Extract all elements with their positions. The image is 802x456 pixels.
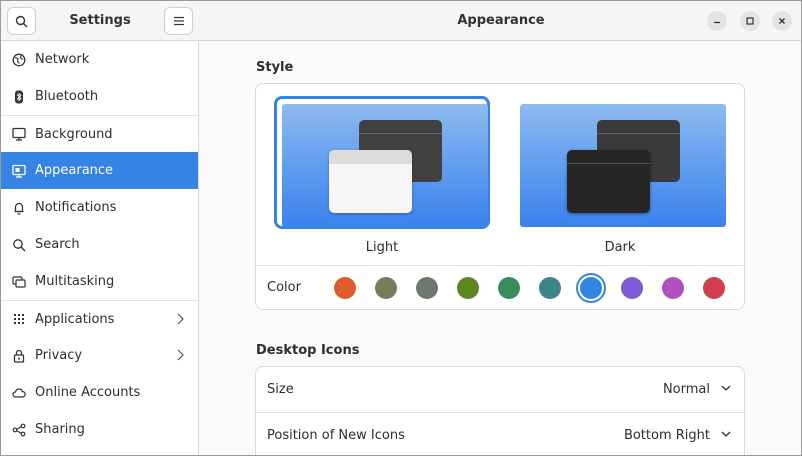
chevron-down-icon [721,431,731,437]
sidebar-item-label: Multitasking [35,274,115,289]
chevron-right-icon [177,349,184,361]
color-label: Color [267,280,301,295]
sidebar-item-notifications[interactable]: Notifications [1,189,198,226]
sidebar-item-label: Privacy [35,348,83,363]
sidebar-nav: Network Bluetooth Background Appearance … [1,41,198,448]
close-icon [779,18,785,24]
maximize-icon [746,17,754,25]
color-swatch-red[interactable] [703,277,725,299]
dark-preview-frame [512,96,728,229]
sidebar-item-background[interactable]: Background [1,115,198,152]
chevron-right-icon [177,313,184,325]
style-section-title: Style [256,60,294,75]
accent-color-row: Color [256,265,744,309]
search-icon [12,238,26,252]
grid-icon [12,312,26,326]
sidebar-item-label: Network [35,52,90,67]
minimize-button[interactable] [707,11,727,31]
sidebar-item-online-accounts[interactable]: Online Accounts [1,374,198,411]
color-swatch-blue[interactable] [580,277,602,299]
sidebar-title: Settings [69,13,131,28]
preview-window-front [329,150,412,213]
desktop-icons-section-title: Desktop Icons [256,343,360,358]
sidebar: Settings Network Bluetooth Background Ap… [1,1,199,455]
hamburger-icon [173,16,184,26]
sidebar-item-bluetooth[interactable]: Bluetooth [1,78,198,115]
sidebar-item-label: Online Accounts [35,385,141,400]
bluetooth-icon [12,90,26,104]
preview-window-front [567,150,650,213]
search-icon [15,15,28,27]
sidebar-item-label: Notifications [35,200,117,215]
sidebar-item-multitasking[interactable]: Multitasking [1,263,198,300]
style-option-label: Dark [604,240,636,255]
dark-preview [520,104,726,227]
cloud-icon [12,386,26,400]
sidebar-item-label: Bluetooth [35,89,99,104]
light-preview [282,104,488,227]
sidebar-item-appearance[interactable]: Appearance [1,152,198,189]
color-swatch-prussian-green[interactable] [539,277,561,299]
new-icons-position-label: Position of New Icons [267,427,405,443]
sidebar-header: Settings [1,1,199,41]
header-bar: Appearance [199,1,801,41]
appearance-content: Style Light Dark Color Desktop Icons Siz… [200,42,801,455]
settings-window: Settings Network Bluetooth Background Ap… [0,0,802,456]
multitasking-icon [12,275,26,289]
share-icon [12,423,26,437]
chevron-down-icon [721,385,731,391]
icon-size-label: Size [267,382,294,397]
sidebar-item-applications[interactable]: Applications [1,300,198,337]
sidebar-item-label: Sharing [35,422,85,437]
color-swatch-viridian[interactable] [498,277,520,299]
search-button[interactable] [7,7,36,35]
style-card: Light Dark Color [255,83,745,310]
sidebar-item-search[interactable]: Search [1,226,198,263]
appearance-icon [12,164,26,178]
new-icons-position-row[interactable]: Position of New Icons Bottom Right [256,412,744,455]
desktop-icons-card: Size Normal Position of New Icons Bottom… [255,366,745,455]
sidebar-item-label: Applications [35,311,115,327]
sidebar-item-label: Search [35,237,80,252]
color-swatch-sage[interactable] [416,277,438,299]
sidebar-item-network[interactable]: Network [1,41,198,78]
sidebar-item-sharing[interactable]: Sharing [1,411,198,448]
color-swatch-bark[interactable] [375,277,397,299]
new-icons-position-value: Bottom Right [623,427,710,443]
color-swatch-olive[interactable] [457,277,479,299]
bell-icon [12,201,26,215]
color-swatch-purple[interactable] [621,277,643,299]
sidebar-item-label: Background [35,126,113,142]
icon-size-value: Normal [662,382,710,397]
close-button[interactable] [772,11,792,31]
light-preview-frame [274,96,490,229]
globe-icon [12,53,26,67]
color-swatch-orange[interactable] [334,277,356,299]
minimize-icon [714,21,720,24]
style-option-label: Light [365,240,399,255]
icon-size-row[interactable]: Size Normal [256,367,744,412]
color-swatch-magenta[interactable] [662,277,684,299]
lock-icon [12,349,26,363]
sidebar-item-privacy[interactable]: Privacy [1,337,198,374]
background-icon [12,127,26,141]
menu-button[interactable] [164,7,193,35]
maximize-button[interactable] [740,11,760,31]
sidebar-item-label: Appearance [35,163,114,178]
